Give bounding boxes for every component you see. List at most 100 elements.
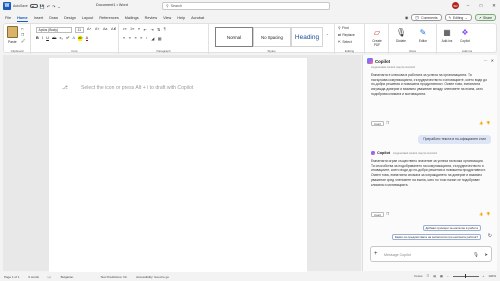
tab-draw[interactable]: Draw [49, 16, 58, 20]
tab-review[interactable]: Review [145, 16, 157, 20]
italic-icon[interactable]: I [42, 36, 43, 41]
align-left-icon[interactable]: ≡ [123, 36, 125, 41]
font-size-select[interactable]: 11 [75, 27, 84, 33]
insert-button-2[interactable]: Insert [371, 212, 384, 217]
find-button[interactable]: ⚲ Find [338, 26, 349, 30]
suggestion-chip-1[interactable]: Добави примери за емпатия в работа [422, 225, 481, 231]
line-spacing-icon[interactable]: ↕ [146, 36, 148, 41]
select-button[interactable]: ⇱ Select [338, 40, 352, 44]
zoom-out-icon[interactable]: – [447, 274, 449, 278]
copilot-ribbon-button[interactable]: ❖ Copilot [457, 27, 473, 43]
paste-icon[interactable] [7, 26, 18, 38]
copy-response-2-icon[interactable]: ❐ [386, 212, 389, 216]
font-name-select[interactable]: Aptos (Body) [36, 27, 72, 33]
print-layout-icon[interactable]: ▤ [433, 274, 436, 278]
tab-references[interactable]: References [99, 16, 118, 20]
tab-layout[interactable]: Layout [82, 16, 93, 20]
format-painter-icon[interactable]: 🖌 [21, 39, 26, 43]
tab-view[interactable]: View [163, 16, 171, 20]
autosave-toggle[interactable] [29, 4, 38, 8]
record-icon[interactable]: ◉ [405, 15, 409, 20]
save-icon[interactable]: 💾 [40, 4, 45, 9]
tab-insert[interactable]: Insert [34, 16, 44, 20]
highlight-icon[interactable]: ab [78, 36, 83, 41]
shading-icon[interactable]: ◢ [151, 36, 154, 41]
strikethrough-icon[interactable]: ab [52, 36, 56, 41]
sort-icon[interactable]: ⇅ [157, 27, 160, 32]
justify-icon[interactable]: ≡ [140, 36, 142, 41]
editing-mode-button[interactable]: ✎ Editing ⌄ [444, 14, 472, 21]
align-center-icon[interactable]: ≡ [129, 36, 131, 41]
clear-formatting-icon[interactable]: A✘ [111, 27, 116, 31]
close-pane-icon[interactable]: ✕ [491, 58, 494, 63]
style-normal[interactable]: Normal [215, 27, 253, 47]
tab-acrobat[interactable]: Acrobat [191, 16, 204, 20]
web-layout-icon[interactable]: ▦ [440, 274, 443, 278]
increase-indent-icon[interactable]: ⇥ [150, 27, 153, 32]
text-predictions[interactable]: Text Predictions: On [100, 275, 127, 279]
cut-icon[interactable]: ✂ [21, 27, 24, 31]
font-color-icon[interactable]: A [85, 36, 89, 41]
page-count[interactable]: Page 1 of 1 [4, 275, 19, 279]
style-heading[interactable]: Heading [291, 27, 323, 47]
multilevel-list-icon[interactable]: ≡ [138, 27, 140, 32]
word-count[interactable]: 0 words [28, 275, 39, 279]
underline-icon[interactable]: U [46, 36, 49, 41]
copy-icon[interactable]: ❐ [21, 33, 24, 37]
superscript-icon[interactable]: x² [66, 36, 69, 41]
copy-response-icon[interactable]: ❐ [386, 121, 389, 125]
style-no-spacing[interactable]: No Spacing [253, 27, 291, 47]
zoom-in-icon[interactable]: + [483, 274, 485, 278]
send-icon[interactable]: ➤ [484, 252, 488, 258]
tab-home[interactable]: Home [17, 16, 28, 22]
suggestion-chip-2[interactable]: Какви са предимствата на емпатията при е… [391, 234, 481, 240]
tab-mailings[interactable]: Mailings [125, 16, 139, 20]
zoom-level[interactable]: 100% [488, 274, 496, 278]
styles-expand-icon[interactable]: ⌄ [326, 32, 329, 36]
accessibility-status[interactable]: Accessibility: Good to go [136, 275, 169, 279]
more-options-icon[interactable]: ⋯ [484, 58, 488, 63]
tab-help[interactable]: Help [177, 16, 185, 20]
tab-design[interactable]: Design [64, 16, 76, 20]
thumbs-down-2-icon[interactable]: 👎 [486, 212, 490, 216]
focus-mode[interactable]: Focus [414, 274, 422, 278]
thumbs-up-icon[interactable]: 👍 [479, 121, 483, 125]
replace-button[interactable]: ⇄ Replace [338, 33, 355, 37]
grow-font-icon[interactable]: A˄ [87, 27, 92, 31]
borders-icon[interactable]: ▦ [158, 36, 162, 41]
show-marks-icon[interactable]: ¶ [164, 27, 166, 32]
share-button[interactable]: ↗ Share [474, 14, 496, 21]
copilot-message-input[interactable]: + Message Copilot 🎙 ➤ [370, 246, 492, 262]
zoom-slider[interactable] [452, 274, 479, 279]
change-case-icon[interactable]: Aa [103, 27, 107, 31]
decrease-indent-icon[interactable]: ⇤ [144, 27, 147, 32]
avatar[interactable]: SR [452, 2, 459, 9]
text-effects-icon[interactable]: A [72, 36, 75, 41]
close-button[interactable]: ✕ [490, 3, 498, 9]
microphone-input-icon[interactable]: 🎙 [473, 252, 479, 258]
shrink-font-icon[interactable]: A˅ [95, 27, 100, 31]
comments-button[interactable]: 💬 Comments [411, 14, 442, 21]
tab-file[interactable]: File [5, 16, 11, 20]
align-right-icon[interactable]: ≡ [134, 36, 136, 41]
add-ins-button[interactable]: ▦ Add-ins [439, 27, 455, 43]
redo-icon[interactable]: ↷ [52, 4, 55, 9]
search-input[interactable]: ⚲ Search [162, 2, 330, 10]
maximize-button[interactable]: □ [477, 3, 485, 8]
dictate-button[interactable]: 🎙 Dictate [393, 27, 409, 43]
copilot-draft-icon[interactable]: ⎇ [62, 85, 68, 91]
read-mode-icon[interactable]: ☷ [426, 274, 429, 278]
language[interactable]: Bulgarian [61, 275, 74, 279]
customize-qat-icon[interactable]: ⌄ [57, 4, 60, 9]
proofing-icon[interactable]: 📖 [48, 275, 52, 279]
subscript-icon[interactable]: x₂ [60, 36, 63, 41]
bullets-icon[interactable]: •≡ [123, 27, 127, 32]
create-pdf-button[interactable]: ▱ Create PDF [369, 27, 385, 47]
add-attachment-icon[interactable]: + [374, 251, 378, 257]
zoom-thumb[interactable] [464, 274, 466, 279]
editor-button[interactable]: ✎ Editor [415, 27, 431, 43]
insert-button-1[interactable]: Insert [371, 121, 384, 126]
refresh-suggestions-icon[interactable]: ↻ [488, 233, 492, 239]
thumbs-down-icon[interactable]: 👎 [486, 121, 490, 125]
bold-icon[interactable]: B [36, 36, 39, 41]
